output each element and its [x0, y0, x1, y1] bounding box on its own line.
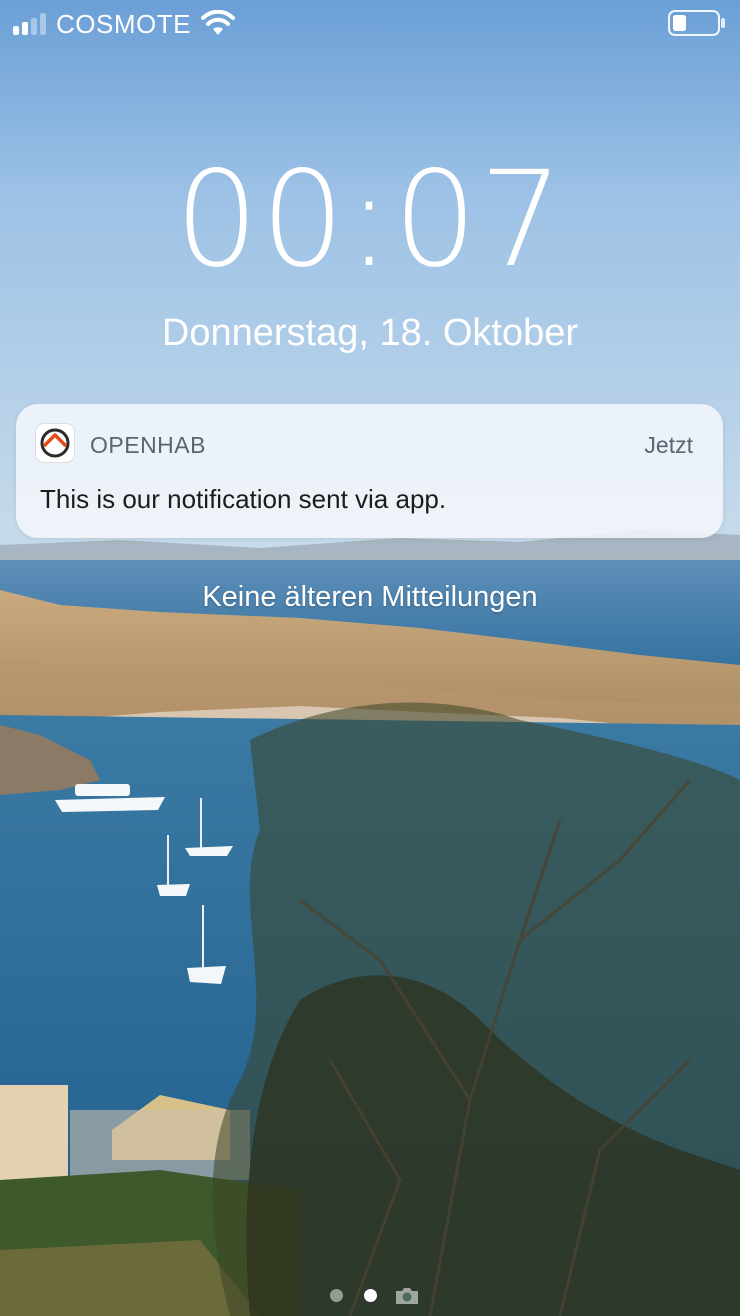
lock-screen-time: 00:07	[174, 143, 566, 297]
signal-strength-icon	[13, 13, 49, 35]
no-older-notifications-label: Keine älteren Mitteilungen	[202, 581, 538, 613]
status-bar: COSMOTE	[0, 0, 740, 48]
carrier-name: COSMOTE	[56, 9, 191, 39]
notification-app-name: OPENHAB	[90, 432, 206, 458]
camera-icon[interactable]	[394, 1286, 420, 1306]
notification-message: This is our notification sent via app.	[40, 484, 447, 514]
wifi-icon	[201, 10, 235, 35]
page-indicator[interactable]	[0, 1284, 740, 1308]
notification-card[interactable]: OPENHAB Jetzt This is our notification s…	[16, 404, 723, 538]
battery-icon	[668, 10, 725, 36]
page-dot-active[interactable]	[364, 1289, 377, 1302]
page-dot[interactable]	[330, 1289, 343, 1302]
openhab-icon	[36, 424, 74, 462]
notification-time: Jetzt	[644, 432, 693, 458]
lock-screen-date: Donnerstag, 18. Oktober	[161, 312, 579, 354]
